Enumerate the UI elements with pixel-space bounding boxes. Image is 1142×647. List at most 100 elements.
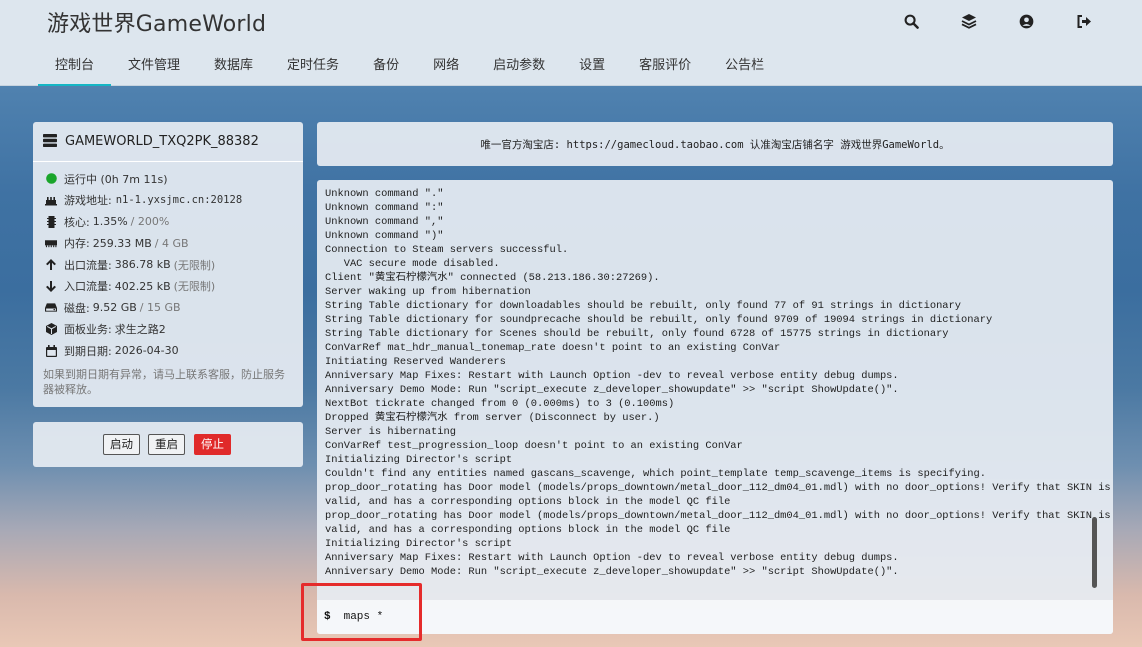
console-log: Unknown command "." Unknown command ":" Un… — [325, 187, 1111, 579]
server-icon — [43, 133, 57, 150]
tab-file-manager[interactable]: 文件管理 — [111, 48, 197, 86]
expire-row: 到期日期: 2026-04-30 — [33, 340, 303, 362]
console-line: ConVarRef mat_hdr_manual_tonemap_rate do… — [325, 342, 781, 354]
disk-max: / 15 GB — [139, 301, 181, 315]
tab-startup-params[interactable]: 启动参数 — [476, 48, 562, 86]
memory-icon — [45, 237, 57, 249]
address-label: 游戏地址: — [64, 194, 112, 208]
arrow-up-icon — [45, 259, 57, 271]
cpu-icon — [45, 215, 57, 228]
console-line: Unknown command ":" — [325, 202, 444, 214]
console-panel: Unknown command "." Unknown command ":" Un… — [317, 180, 1113, 634]
panel-business-row: 面板业务: 求生之路2 — [33, 319, 303, 341]
command-prompt: $ — [324, 611, 331, 623]
console-line: Server is hibernating — [325, 426, 456, 438]
layers-icon[interactable] — [959, 11, 979, 31]
console-line: Unknown command "." — [325, 188, 444, 200]
network-icon — [45, 194, 57, 206]
console-line: Unknown command "," — [325, 216, 444, 228]
expire-label: 到期日期: — [64, 344, 112, 358]
tab-announcements[interactable]: 公告栏 — [708, 48, 781, 86]
console-line: Anniversary Map Fixes: Restart with Laun… — [325, 370, 899, 382]
console-line: Server waking up from hibernation — [325, 286, 531, 298]
out-value: 386.78 kB — [114, 258, 171, 272]
inbound-row: 入口流量: 402.25 kB (无限制) — [33, 276, 303, 298]
stop-button[interactable]: 停止 — [194, 434, 231, 455]
console-line: Dropped 黄宝石柠檬汽水 from server (Disconnect … — [325, 412, 660, 424]
restart-button[interactable]: 重启 — [148, 434, 185, 455]
cpu-row: 核心: 1.35% / 200% — [33, 211, 303, 233]
command-input[interactable] — [343, 611, 944, 623]
mem-max: / 4 GB — [154, 236, 189, 250]
console-line: String Table dictionary for downloadable… — [325, 300, 962, 312]
console-line: valid, and has a corresponding options b… — [325, 524, 731, 536]
console-line: Anniversary Demo Mode: Run "script_execu… — [325, 384, 899, 396]
disk-value: 9.52 GB — [92, 301, 137, 315]
mem-value: 259.33 MB — [92, 236, 152, 250]
cpu-label: 核心: — [64, 215, 90, 229]
console-line: Connection to Steam servers successful. — [325, 244, 569, 256]
console-line: Unknown command ")" — [325, 230, 444, 242]
console-scrollbar[interactable] — [1092, 517, 1097, 588]
command-bar: $ — [317, 600, 1113, 634]
in-limit: (无限制) — [173, 280, 216, 294]
tab-network[interactable]: 网络 — [416, 48, 476, 86]
console-line: String Table dictionary for Scenes shoul… — [325, 328, 949, 340]
user-icon[interactable] — [1016, 11, 1036, 31]
tab-database[interactable]: 数据库 — [197, 48, 270, 86]
console-line: Client "黄宝石柠檬汽水" connected (58.213.186.3… — [325, 272, 660, 284]
address-row: 游戏地址: n1-1.yxsjmc.cn:20128 — [33, 190, 303, 212]
memory-row: 内存: 259.33 MB / 4 GB — [33, 233, 303, 255]
cube-icon — [45, 323, 57, 336]
console-line: NextBot tickrate changed from 0 (0.000ms… — [325, 398, 675, 410]
top-header: 游戏世界GameWorld 控制台 文件管理 数据库 定时任务 备份 网络 启动… — [0, 0, 1142, 86]
console-line: prop_door_rotating has Door model (model… — [325, 510, 1111, 522]
console-line: ConVarRef test_progression_loop doesn't … — [325, 440, 743, 452]
console-line: Anniversary Map Fixes: Restart with Laun… — [325, 552, 899, 564]
console-line: prop_door_rotating has Door model (model… — [325, 482, 1111, 494]
cpu-value: 1.35% — [92, 215, 128, 229]
expire-notice: 如果到期日期有异常，请马上联系客服，防止服务器被释放。 — [43, 367, 285, 396]
start-button[interactable]: 启动 — [103, 434, 140, 455]
cpu-max: / 200% — [130, 215, 170, 229]
console-line: String Table dictionary for soundprecach… — [325, 314, 993, 326]
console-line: Couldn't find any entities named gascans… — [325, 468, 986, 480]
panel-label: 面板业务: — [64, 323, 112, 337]
mem-label: 内存: — [64, 237, 90, 251]
hard-drive-icon — [45, 302, 57, 314]
server-name: GAMEWORLD_TXQ2PK_88382 — [65, 134, 259, 149]
console-line: Initiating Reserved Wanderers — [325, 356, 506, 368]
arrow-down-icon — [45, 280, 57, 292]
panel-value: 求生之路2 — [114, 323, 166, 337]
disk-label: 磁盘: — [64, 301, 90, 315]
tab-feedback[interactable]: 客服评价 — [622, 48, 708, 86]
tab-console[interactable]: 控制台 — [38, 48, 112, 86]
console-line: Initializing Director's script — [325, 538, 513, 550]
out-limit: (无限制) — [173, 258, 216, 272]
in-value: 402.25 kB — [114, 279, 171, 293]
server-title: GAMEWORLD_TXQ2PK_88382 — [33, 122, 303, 162]
console-line: VAC secure mode disabled. — [325, 258, 500, 270]
logout-icon[interactable] — [1074, 11, 1094, 31]
server-info-panel: GAMEWORLD_TXQ2PK_88382 运行中 (0h 7m 11s) 游… — [33, 122, 303, 407]
status-row: 运行中 (0h 7m 11s) — [33, 168, 303, 190]
tab-scheduled-tasks[interactable]: 定时任务 — [270, 48, 356, 86]
calendar-icon — [45, 344, 57, 357]
store-banner-text: 唯一官方淘宝店: https://gamecloud.taobao.com 认准… — [480, 138, 950, 151]
in-label: 入口流量: — [64, 280, 112, 294]
power-controls-panel: 启动 重启 停止 — [33, 422, 303, 467]
console-line: Anniversary Demo Mode: Run "script_execu… — [325, 566, 899, 578]
out-label: 出口流量: — [64, 258, 112, 272]
search-icon[interactable] — [901, 11, 921, 31]
console-line: Initializing Director's script — [325, 454, 513, 466]
expire-value: 2026-04-30 — [114, 344, 179, 358]
official-store-banner: 唯一官方淘宝店: https://gamecloud.taobao.com 认准… — [317, 122, 1113, 166]
tab-settings[interactable]: 设置 — [562, 48, 622, 86]
console-line: valid, and has a corresponding options b… — [325, 496, 731, 508]
outbound-row: 出口流量: 386.78 kB (无限制) — [33, 254, 303, 276]
tab-backup[interactable]: 备份 — [356, 48, 416, 86]
main-nav: 控制台 文件管理 数据库 定时任务 备份 网络 启动参数 设置 客服评价 公告栏 — [38, 48, 781, 86]
brand-title[interactable]: 游戏世界GameWorld — [47, 6, 266, 38]
status-text: 运行中 (0h 7m 11s) — [64, 172, 168, 186]
server-address[interactable]: n1-1.yxsjmc.cn:20128 — [116, 194, 242, 206]
